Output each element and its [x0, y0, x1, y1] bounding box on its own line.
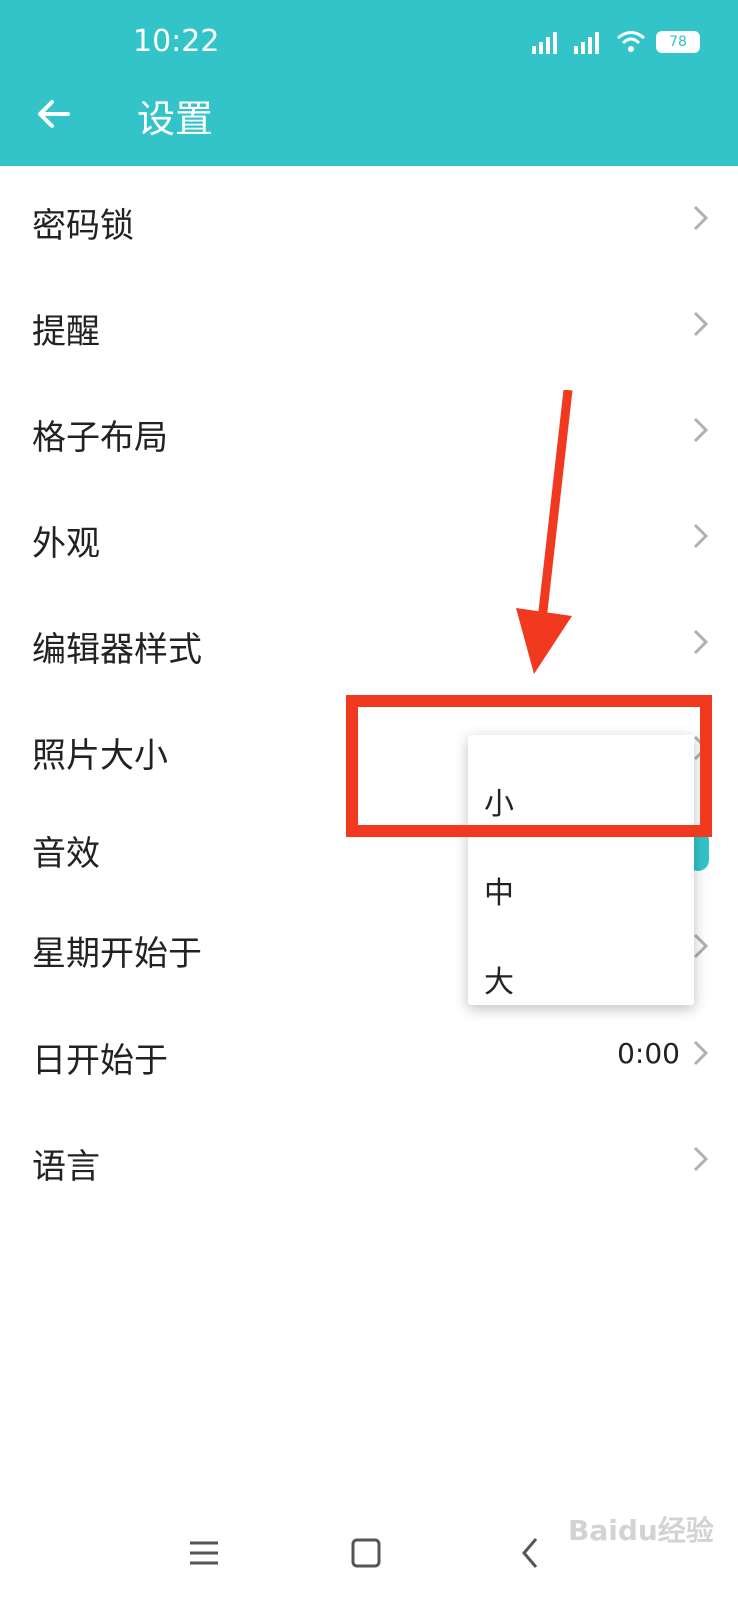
chevron-right-icon	[693, 629, 709, 655]
settings-item-grid-layout[interactable]: 格子布局	[0, 378, 738, 484]
settings-item-editor-style[interactable]: 编辑器样式	[0, 590, 738, 696]
annotation-arrow-icon	[516, 390, 573, 674]
settings-item-label: 照片大小	[32, 736, 168, 776]
settings-item-language[interactable]: 语言	[0, 1107, 738, 1213]
option-medium[interactable]: 中	[484, 868, 514, 912]
option-large[interactable]: 大	[484, 957, 514, 1001]
chevron-right-icon	[693, 1040, 709, 1066]
highlight-box	[346, 695, 712, 837]
battery-level: 78	[669, 34, 687, 50]
signal-icon	[532, 32, 557, 54]
settings-item-label: 密码锁	[32, 206, 134, 246]
chevron-right-icon	[693, 311, 709, 337]
watermark: Baidu经验	[568, 1514, 714, 1547]
chevron-right-icon	[693, 1146, 709, 1172]
signal-icon-2	[574, 32, 599, 54]
day-start-value: 0:00	[617, 1037, 680, 1070]
home-icon[interactable]	[346, 1533, 386, 1573]
back-icon[interactable]	[512, 1533, 552, 1573]
settings-item-label: 格子布局	[32, 418, 168, 458]
settings-item-label: 外观	[32, 524, 100, 564]
status-time: 10:22	[133, 24, 220, 59]
settings-list: 密码锁 提醒 格子布局 外观 编辑器样式 照片大小 音效 星期开始于 日开始于 …	[0, 166, 738, 1213]
settings-item-reminder[interactable]: 提醒	[0, 272, 738, 378]
settings-item-label: 提醒	[32, 312, 100, 352]
settings-item-label: 日开始于	[32, 1041, 168, 1081]
wifi-icon	[617, 31, 645, 52]
settings-item-label: 音效	[32, 834, 100, 874]
settings-item-label: 编辑器样式	[32, 630, 202, 670]
chevron-right-icon	[693, 933, 709, 959]
settings-item-day-start[interactable]: 日开始于 0:00	[0, 1001, 738, 1107]
app-bar: 10:22 78 设置	[0, 0, 738, 166]
menu-icon[interactable]	[184, 1533, 224, 1573]
chevron-right-icon	[693, 523, 709, 549]
chevron-right-icon	[693, 205, 709, 231]
chevron-right-icon	[693, 417, 709, 443]
page-title: 设置	[137, 97, 214, 141]
settings-item-label: 星期开始于	[32, 934, 202, 974]
battery-icon: 78	[656, 31, 700, 53]
status-icons: 78	[532, 28, 700, 56]
back-arrow-icon[interactable]	[34, 94, 74, 134]
settings-item-label: 语言	[32, 1147, 100, 1187]
settings-item-appearance[interactable]: 外观	[0, 484, 738, 590]
settings-item-password-lock[interactable]: 密码锁	[0, 166, 738, 272]
